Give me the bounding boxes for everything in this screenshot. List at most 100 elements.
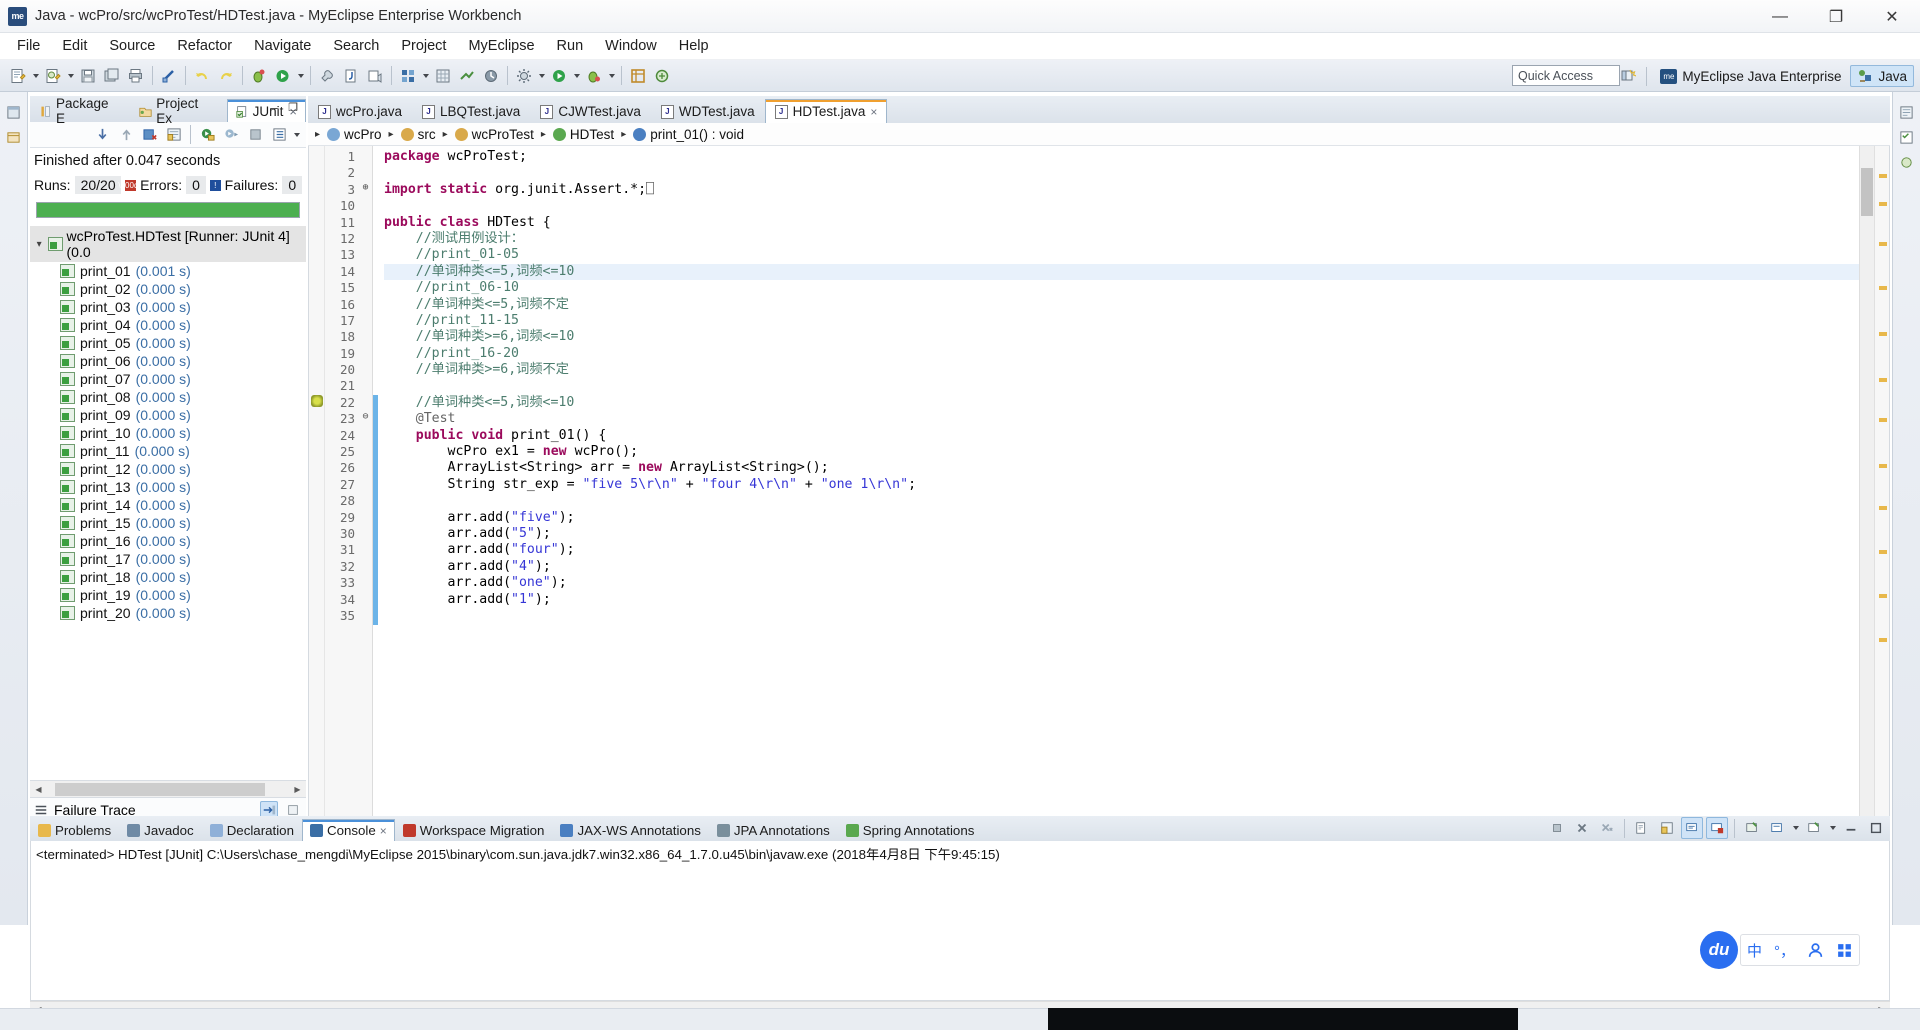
run-icon[interactable] [272,65,294,87]
new-java-class-icon[interactable] [42,65,64,87]
debug-as-icon[interactable] [583,65,605,87]
menu-edit[interactable]: Edit [51,35,98,57]
overview-annotation-mark[interactable] [1879,506,1887,510]
show-failures-only-icon[interactable] [139,124,161,146]
pin-console-icon[interactable] [1741,817,1763,839]
outline-view-icon[interactable] [1896,101,1918,123]
test-case-item[interactable]: print_03 (0.000 s) [30,298,306,316]
test-case-item[interactable]: print_18 (0.000 s) [30,568,306,586]
editor-tab-cjwtest-java[interactable]: J CJWTest.java [530,99,651,123]
minimize-view-icon[interactable]: – [266,99,282,115]
console-tab-spring-annotations[interactable]: Spring Annotations [838,819,983,841]
test-case-item[interactable]: print_12 (0.000 s) [30,460,306,478]
code-line[interactable]: arr.add("4"); [384,559,1859,575]
test-case-item[interactable]: print_13 (0.000 s) [30,478,306,496]
folding-gutter[interactable]: ⊕ ⊖ [359,146,373,905]
lock-scroll-icon[interactable] [163,124,185,146]
refresh-server-icon[interactable] [480,65,502,87]
menu-help[interactable]: Help [668,35,720,57]
open-perspective-icon[interactable] [1617,65,1639,87]
quick-access-input[interactable]: Quick Access [1512,65,1620,86]
view-menu-list-icon[interactable] [268,124,290,146]
test-case-item[interactable]: print_17 (0.000 s) [30,550,306,568]
code-line[interactable] [384,165,1859,181]
code-line[interactable]: ArrayList<String> arr = new ArrayList<St… [384,460,1859,476]
task-list-icon[interactable] [1896,126,1918,148]
code-editor[interactable]: 1 2 3 10 11 12 13 14 15 16 17 18 19 20 21 22 23 24 25 26 27 2… [308,146,1890,906]
editor-tab-wcpro-java[interactable]: JwcPro.java [308,99,412,123]
overview-annotation-mark[interactable] [1879,594,1887,598]
test-case-item[interactable]: print_11 (0.000 s) [30,442,306,460]
print-icon[interactable] [125,65,147,87]
redo-icon[interactable] [215,65,237,87]
test-case-item[interactable]: print_06 (0.000 s) [30,352,306,370]
console-tab-jax-ws-annotations[interactable]: JAX-WS Annotations [552,819,708,841]
remove-all-launches-icon[interactable] [1596,817,1618,839]
code-line[interactable]: //单词种类>=6,词频<=10 [384,329,1859,345]
perspective-grid-icon[interactable] [397,65,419,87]
test-case-item[interactable]: print_01 (0.001 s) [30,262,306,280]
code-line[interactable]: //print_16-20 [384,346,1859,362]
overview-annotation-mark[interactable] [1879,638,1887,642]
overview-annotation-mark[interactable] [1879,378,1887,382]
test-case-item[interactable]: print_14 (0.000 s) [30,496,306,514]
code-line[interactable]: //单词种类<=5,词频<=10 [384,263,1859,281]
marker-gutter[interactable] [309,146,325,905]
editor-tab-lbqtest-java[interactable]: J LBQTest.java [412,99,530,123]
code-line[interactable]: //测试用例设计： [384,231,1859,247]
new-wizard-dropdown[interactable] [30,65,41,87]
fold-toggle-icon[interactable]: ⊖ [359,411,372,427]
minimize-button[interactable]: — [1752,0,1808,33]
console-tab-jpa-annotations[interactable]: JPA Annotations [709,819,838,841]
fold-toggle-icon[interactable]: ⊕ [359,182,372,198]
menu-refactor[interactable]: Refactor [166,35,243,57]
new-class-icon[interactable] [651,65,673,87]
perspective-grid-dropdown[interactable] [420,65,431,87]
code-line[interactable]: //print_11-15 [384,313,1859,329]
console-output[interactable]: <terminated> HDTest [JUnit] C:\Users\cha… [30,841,1890,1001]
close-icon[interactable]: × [380,824,387,838]
undo-icon[interactable] [191,65,213,87]
maximize-view-icon[interactable]: ❐ [285,99,301,115]
overview-annotation-mark[interactable] [1879,242,1887,246]
test-case-item[interactable]: print_04 (0.000 s) [30,316,306,334]
maximize-console-icon[interactable] [1865,817,1887,839]
tab-package-explorer[interactable]: Package E [30,96,130,126]
code-line[interactable]: //单词种类<=5,词频<=10 [384,395,1859,411]
breadcrumb-item-src[interactable]: src [398,126,439,143]
editor-tab-hdtest-java[interactable]: J HDTest.java × [764,99,888,123]
code-line[interactable]: wcPro ex1 = new wcPro(); [384,444,1859,460]
baidu-ime-logo-icon[interactable]: du [1699,931,1738,969]
toggle-markoccurrences-icon[interactable] [158,65,180,87]
test-case-item[interactable]: print_19 (0.000 s) [30,586,306,604]
breakpoint-bug-icon[interactable] [311,395,323,407]
scroll-right-icon[interactable]: ▶ [289,781,306,797]
run-as-dropdown[interactable] [571,65,582,87]
code-line[interactable]: arr.add("5"); [384,526,1859,542]
code-line[interactable]: arr.add("five"); [384,510,1859,526]
menu-search[interactable]: Search [322,35,390,57]
code-line[interactable] [384,608,1859,624]
perspective-myeclipse-java-enterprise[interactable]: me MyEclipse Java Enterprise [1653,66,1848,87]
close-button[interactable]: ✕ [1864,0,1920,33]
preferences-gear-icon[interactable] [513,65,535,87]
menu-source[interactable]: Source [98,35,166,57]
overview-annotation-mark[interactable] [1879,286,1887,290]
console-tab-problems[interactable]: Problems [30,819,119,841]
overview-annotation-mark[interactable] [1879,550,1887,554]
test-case-item[interactable]: print_05 (0.000 s) [30,334,306,352]
next-failure-icon[interactable] [91,124,113,146]
display-selected-console-icon[interactable] [1766,817,1788,839]
test-case-item[interactable]: print_10 (0.000 s) [30,424,306,442]
maximize-button[interactable]: ❐ [1808,0,1864,33]
menu-navigate[interactable]: Navigate [243,35,322,57]
breadcrumb-item-print01void[interactable]: print_01() : void [630,126,747,143]
clear-console-icon[interactable] [1631,817,1653,839]
overview-annotation-mark[interactable] [1879,418,1887,422]
breadcrumb-item-wcprotest[interactable]: wcProTest [452,126,537,143]
console-tab-console[interactable]: Console × [301,819,395,841]
user-icon[interactable] [1807,942,1824,959]
open-console-icon[interactable] [1803,817,1825,839]
menu-window[interactable]: Window [594,35,668,57]
code-line[interactable]: arr.add("one"); [384,575,1859,591]
